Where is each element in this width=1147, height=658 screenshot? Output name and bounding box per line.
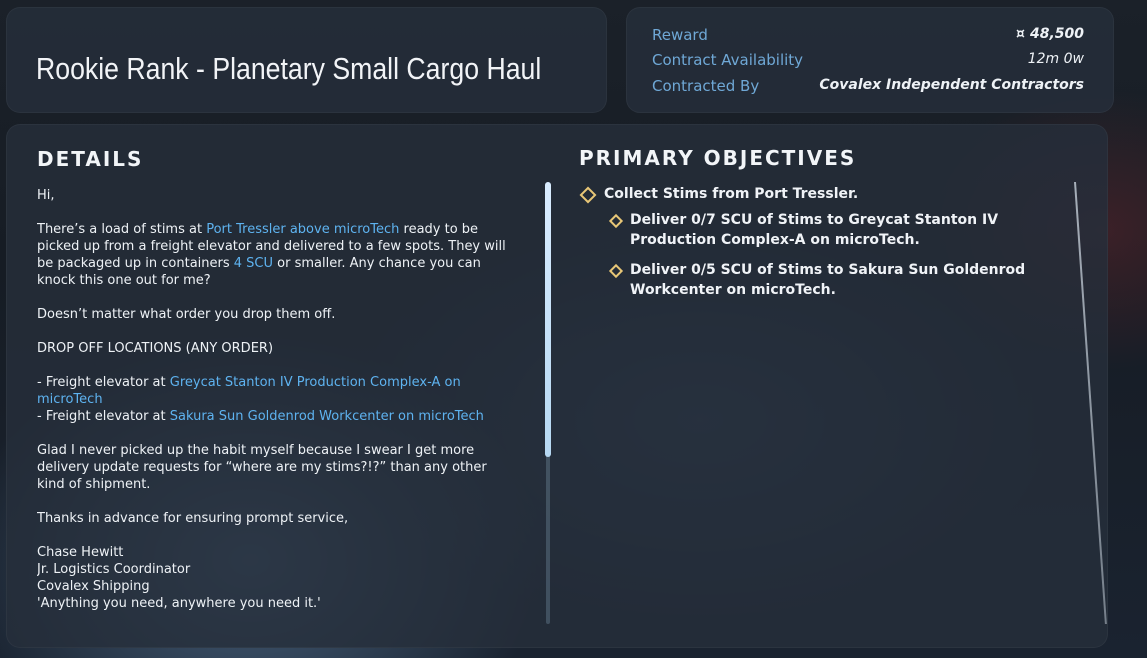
objectives-list: Collect Stims from Port Tressler. Delive… — [579, 184, 1039, 300]
reward-label: Reward — [652, 26, 708, 44]
details-text: - Freight elevator at — [37, 409, 170, 424]
details-paragraph-5: Thanks in advance for ensuring prompt se… — [37, 511, 349, 526]
location-link-sakura-sun[interactable]: Sakura Sun Goldenrod Workcenter on micro… — [170, 409, 484, 424]
signature-motto: 'Anything you need, anywhere you need it… — [37, 596, 321, 611]
signature-name: Chase Hewitt — [37, 545, 124, 560]
details-heading: DETAILS — [37, 147, 144, 171]
contract-title-panel: Rookie Rank - Planetary Small Cargo Haul — [6, 7, 607, 113]
details-text: - Freight elevator at — [37, 375, 170, 390]
availability-value: 12m 0w — [1027, 51, 1084, 67]
location-link-port-tressler[interactable]: Port Tressler above microTech — [206, 222, 399, 237]
contract-main-panel: DETAILS Hi, There’s a load of stims at P… — [6, 124, 1108, 648]
contract-info-panel: Reward ¤ 48,500 Contract Availability 12m… — [626, 7, 1114, 113]
availability-label: Contract Availability — [652, 51, 804, 69]
diamond-icon — [608, 213, 624, 229]
details-scrollbar[interactable] — [545, 182, 551, 624]
contract-title: Rookie Rank - Planetary Small Cargo Haul — [36, 51, 542, 86]
reward-value: 48,500 — [1029, 26, 1084, 42]
drop-off-list: - Freight elevator at Greycat Stanton IV… — [37, 374, 507, 425]
objective-sub-1-text: Deliver 0/7 SCU of Stims to Greycat Stan… — [630, 212, 999, 248]
signature-company: Covalex Shipping — [37, 579, 150, 594]
details-paragraph-1: There’s a load of stims at Port Tressler… — [37, 221, 507, 289]
details-paragraph-4: Glad I never picked up the habit myself … — [37, 443, 487, 492]
currency-icon: ¤ — [1016, 26, 1025, 42]
signature-title: Jr. Logistics Coordinator — [37, 562, 191, 577]
contracted-by-value: Covalex Independent Contractors — [819, 77, 1084, 93]
details-scrollbar-thumb[interactable] — [545, 182, 551, 457]
objective-sub-2: Deliver 0/5 SCU of Stims to Sakura Sun G… — [579, 260, 1040, 300]
contracted-by-row: Contracted By Covalex Independent Contra… — [652, 77, 1084, 97]
details-paragraph-2: Doesn’t matter what order you drop them … — [37, 307, 336, 322]
objectives-scrollbar[interactable] — [1074, 182, 1107, 624]
details-body[interactable]: Hi, There’s a load of stims at Port Tres… — [37, 187, 507, 624]
objective-main-text: Collect Stims from Port Tressler. — [604, 186, 859, 202]
reward-value-wrap: ¤ 48,500 — [1016, 26, 1084, 42]
objective-sub-2-text: Deliver 0/5 SCU of Stims to Sakura Sun G… — [630, 262, 1026, 298]
availability-row: Contract Availability 12m 0w — [652, 51, 1084, 71]
reward-row: Reward ¤ 48,500 — [652, 26, 1084, 46]
diamond-icon — [608, 263, 624, 279]
objective-sub-1: Deliver 0/7 SCU of Stims to Greycat Stan… — [579, 210, 1025, 250]
greeting-text: Hi, — [37, 188, 55, 203]
diamond-icon — [579, 186, 597, 204]
scu-size-link[interactable]: 4 SCU — [234, 256, 273, 271]
drop-off-heading: DROP OFF LOCATIONS (ANY ORDER) — [37, 341, 274, 356]
contracted-by-label: Contracted By — [652, 77, 760, 95]
objectives-heading: PRIMARY OBJECTIVES — [579, 146, 857, 170]
details-text: There’s a load of stims at — [37, 222, 207, 237]
objective-main: Collect Stims from Port Tressler. — [579, 184, 1039, 204]
